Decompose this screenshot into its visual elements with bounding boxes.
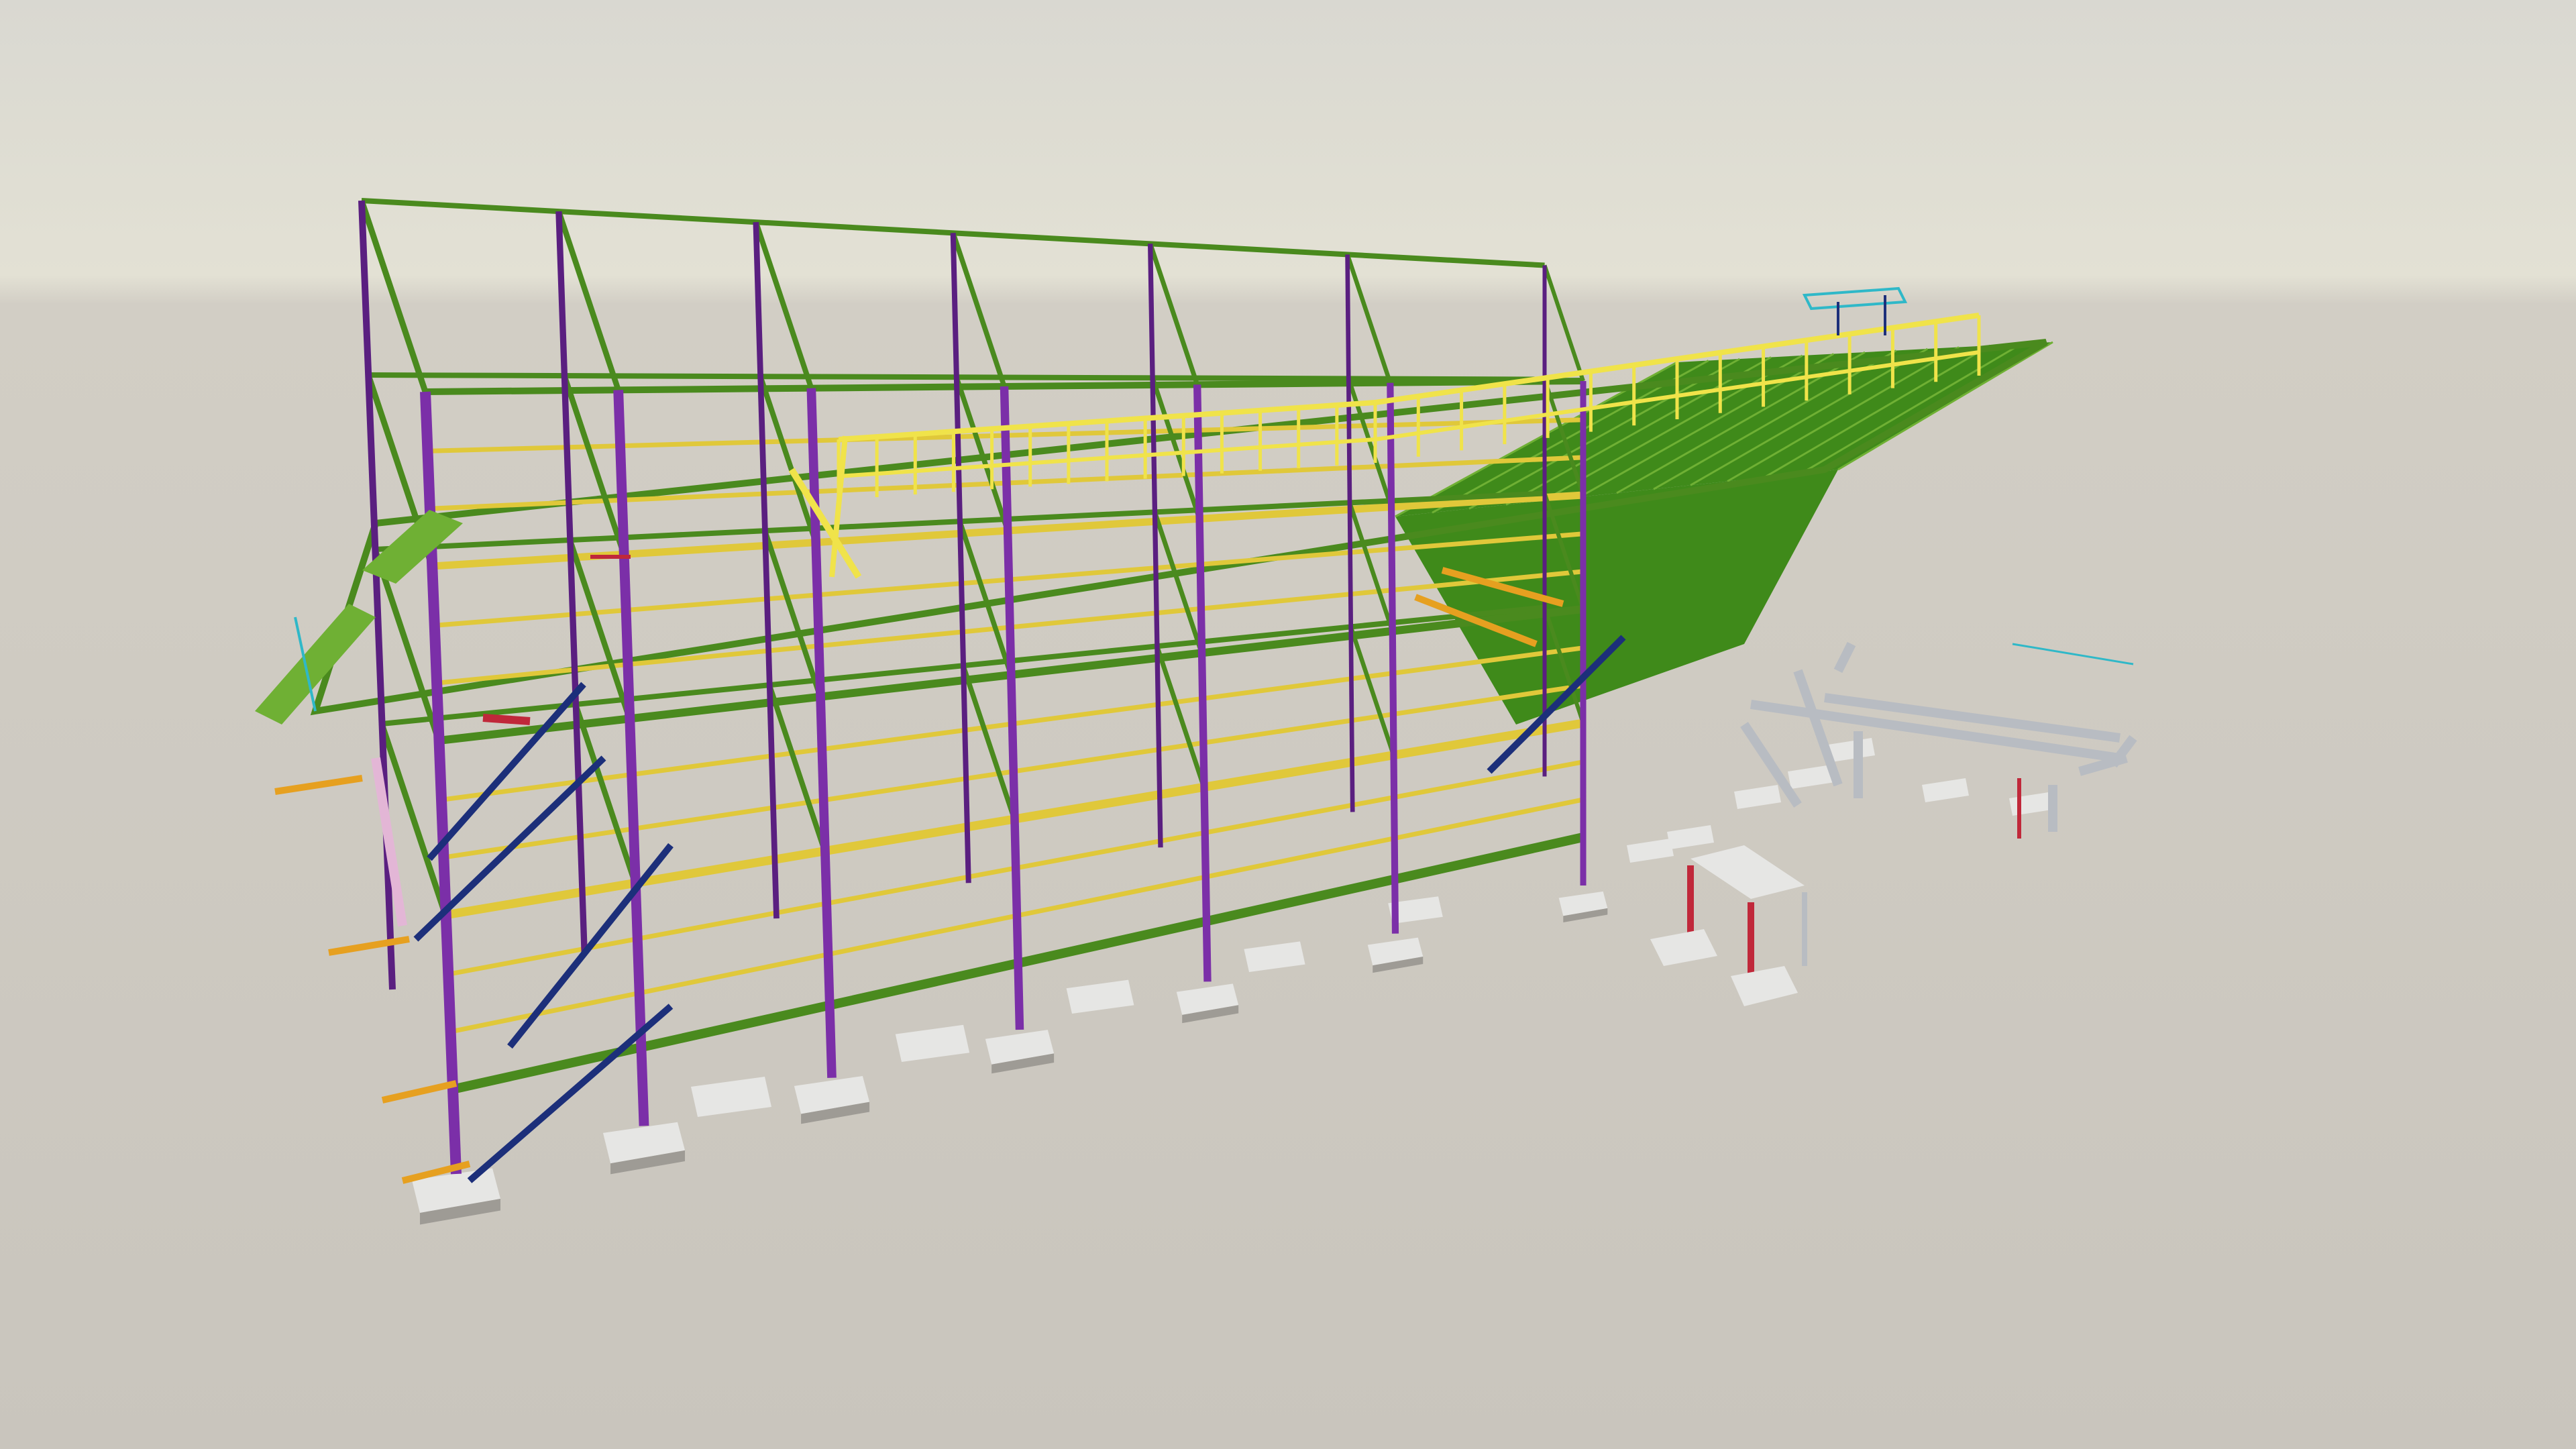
3d-viewport[interactable] (0, 0, 2576, 1449)
steel-structure-model (0, 0, 2576, 1449)
red-member (482, 714, 531, 725)
